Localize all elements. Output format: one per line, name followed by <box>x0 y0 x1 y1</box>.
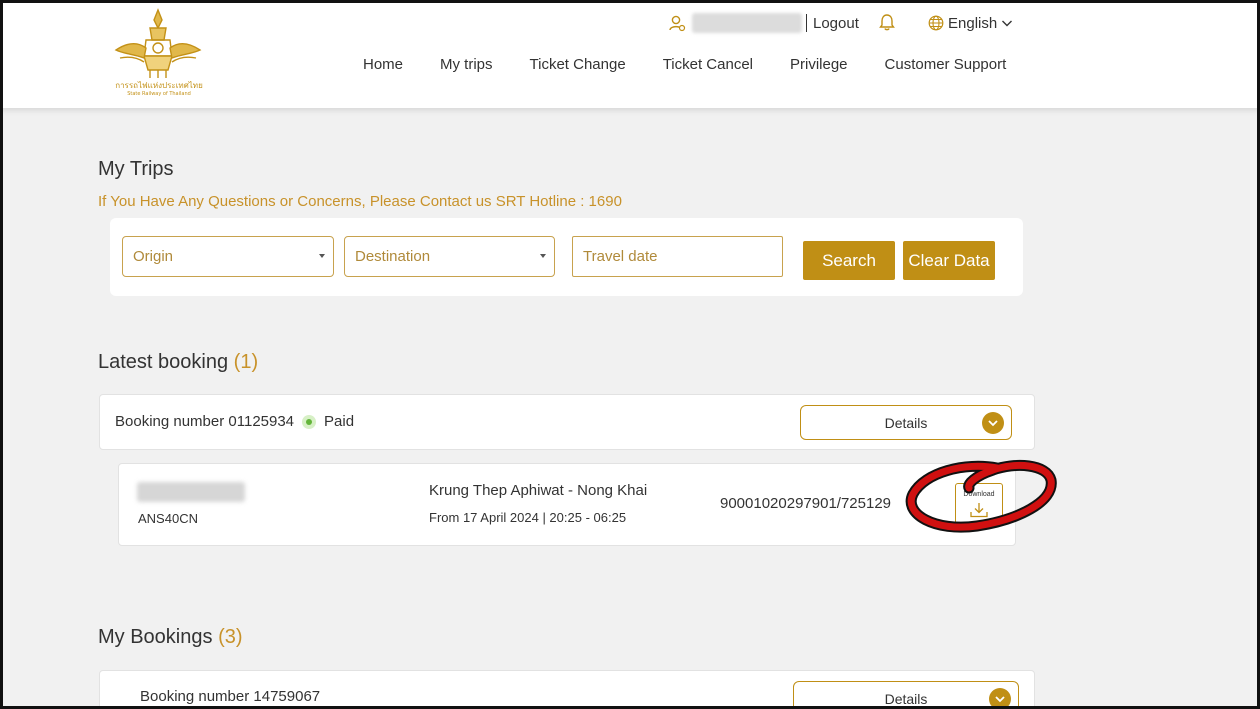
details-label: Details <box>884 414 928 431</box>
latest-booking-count: (1) <box>233 351 259 373</box>
clear-data-button[interactable]: Clear Data <box>903 241 995 280</box>
caret-down-icon <box>319 254 325 258</box>
origin-select[interactable]: Origin <box>122 236 334 277</box>
destination-placeholder: Destination <box>355 248 431 265</box>
trip-route: Krung Thep Aphiwat - Nong Khai <box>429 482 648 499</box>
download-icon <box>970 503 988 518</box>
my-bookings-title: My Bookings <box>98 626 213 648</box>
caret-down-icon <box>540 254 546 258</box>
origin-placeholder: Origin <box>133 248 174 265</box>
my-bookings-count: (3) <box>218 626 243 648</box>
ticket-reference: 90001020297901/725129 <box>720 495 892 512</box>
details-label: Details <box>884 690 928 707</box>
booking-number: Booking number 01125934 <box>115 413 295 430</box>
logo-caption: การรถไฟแห่งประเทศไทย State Railway of Th… <box>112 81 206 99</box>
page-title: My Trips <box>98 158 174 180</box>
globe-icon <box>928 15 944 31</box>
destination-select[interactable]: Destination <box>344 236 555 277</box>
site-header: การรถไฟแห่งประเทศไทย State Railway of Th… <box>0 0 1260 108</box>
user-icon <box>669 15 686 32</box>
language-label: English <box>948 14 998 32</box>
my-bookings-heading: My Bookings (3) <box>98 626 243 649</box>
nav-home[interactable]: Home <box>363 56 403 78</box>
status-badge: Paid <box>324 413 355 430</box>
divider <box>806 14 807 32</box>
chevron-down-icon <box>989 688 1011 709</box>
ticket-code: ANS40CN <box>138 511 198 526</box>
nav-my-trips[interactable]: My trips <box>440 56 493 78</box>
nav-ticket-cancel[interactable]: Ticket Cancel <box>663 56 753 78</box>
hotline-notice: If You Have Any Questions or Concerns, P… <box>98 193 622 210</box>
main-nav: Home My trips Ticket Change Ticket Cance… <box>363 56 1043 78</box>
travel-date-placeholder: Travel date <box>583 248 658 265</box>
user-area: Logout <box>668 12 859 34</box>
details-button[interactable]: Details <box>800 405 1012 440</box>
garuda-emblem-icon <box>114 8 202 78</box>
notification-bell-icon[interactable] <box>878 13 896 31</box>
chevron-down-icon <box>1002 20 1013 27</box>
language-selector[interactable]: English <box>928 12 1017 34</box>
booking-info: Booking number 01125934 Paid <box>115 413 354 430</box>
paid-status-icon <box>302 414 317 429</box>
latest-booking-heading: Latest booking (1) <box>98 351 258 374</box>
booking-number: Booking number 14759067 <box>140 688 321 705</box>
logo-text-thai: การรถไฟแห่งประเทศไทย <box>115 81 203 90</box>
trip-time: From 17 April 2024 | 20:25 - 06:25 <box>429 510 627 525</box>
search-button[interactable]: Search <box>803 241 895 280</box>
logo-text-en: State Railway of Thailand <box>127 91 191 97</box>
chevron-down-icon <box>982 412 1004 434</box>
nav-privilege[interactable]: Privilege <box>790 56 848 78</box>
details-button[interactable]: Details <box>793 681 1019 709</box>
download-label: Download <box>963 491 995 498</box>
travel-date-input[interactable]: Travel date <box>572 236 783 277</box>
search-panel: Origin Destination Travel date Search Cl… <box>110 218 1023 296</box>
latest-booking-title: Latest booking <box>98 351 229 373</box>
passenger-name-redacted <box>137 482 245 502</box>
ticket-card: ANS40CN Krung Thep Aphiwat - Nong Khai F… <box>118 463 1016 546</box>
download-button[interactable]: Download <box>955 483 1003 526</box>
user-name-redacted <box>692 13 802 33</box>
nav-ticket-change[interactable]: Ticket Change <box>530 56 626 78</box>
nav-customer-support[interactable]: Customer Support <box>885 56 1007 78</box>
booking-row: Booking number 14759067 Details <box>99 670 1035 709</box>
booking-info: Booking number 14759067 <box>140 688 320 705</box>
logout-link[interactable]: Logout <box>813 15 859 32</box>
latest-booking-row: Booking number 01125934 Paid Details <box>99 394 1035 450</box>
srt-logo[interactable]: การรถไฟแห่งประเทศไทย State Railway of Th… <box>110 6 206 102</box>
